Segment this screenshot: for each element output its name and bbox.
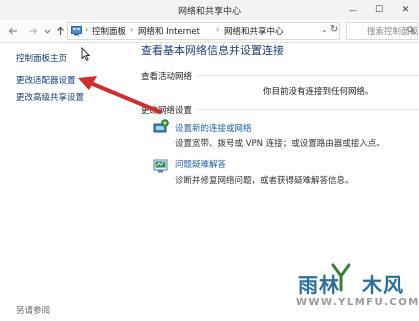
see-also-label: 另请参阅	[16, 306, 51, 316]
close-button[interactable]: ✕	[392, 0, 419, 20]
watermark-url: WWW.YLMFU.COM	[296, 297, 419, 308]
breadcrumb-network-sharing-center[interactable]: 网络和共享中心	[224, 25, 284, 37]
forward-button[interactable]	[26, 24, 40, 38]
maximize-icon: ☐	[374, 5, 384, 15]
search-box[interactable]: 搜索控制面板	[346, 22, 418, 40]
setup-new-connection-link[interactable]: 设置新的连接或网络	[175, 122, 252, 134]
change-network-settings-heading: 更改网络设置	[141, 106, 193, 116]
search-icon[interactable]	[407, 26, 415, 34]
chevron-down-icon	[44, 29, 50, 34]
section-divider	[197, 75, 419, 76]
title-bar: 网络和共享中心 — ☐ ✕	[0, 0, 419, 20]
recent-locations-button[interactable]	[42, 24, 52, 38]
up-level-button[interactable]	[54, 24, 66, 38]
breadcrumb-network-internet[interactable]: 网络和 Internet	[138, 25, 200, 37]
sidebar-link-advanced-sharing-settings[interactable]: 更改高级共享设置	[16, 91, 84, 103]
minimize-icon: —	[349, 5, 357, 15]
troubleshoot-icon[interactable]	[153, 159, 169, 174]
back-arrow-icon	[8, 27, 17, 35]
active-networks-heading: 查看活动网络	[141, 72, 193, 82]
navigation-toolbar: › 控制面板 › 网络和 Internet › 网络和共享中心 ⌄ ↻ 搜索控制…	[0, 20, 419, 43]
no-connection-status: 你目前没有连接到任何网络。	[263, 87, 374, 97]
mouse-cursor-icon	[81, 47, 90, 61]
setup-new-connection-description: 设置宽带、拨号或 VPN 连接；或设置路由器或接入点。	[175, 139, 385, 149]
page-title: 查看基本网络信息并设置连接	[141, 44, 284, 57]
minimize-button[interactable]: —	[340, 0, 366, 20]
watermark-text-right: 木风	[362, 273, 404, 297]
back-button[interactable]	[6, 24, 20, 38]
control-panel-icon	[71, 26, 82, 36]
sidebar-link-control-panel-home[interactable]: 控制面板主页	[16, 52, 67, 64]
close-icon: ✕	[401, 5, 410, 15]
maximize-button[interactable]: ☐	[366, 0, 392, 20]
section-divider	[197, 109, 419, 110]
breadcrumb-separator: ›	[130, 25, 134, 34]
breadcrumb-control-panel[interactable]: 控制面板	[92, 25, 126, 37]
watermark-text-left: 雨林	[298, 273, 340, 297]
up-arrow-icon	[56, 26, 64, 35]
troubleshoot-problems-link[interactable]: 问题疑难解答	[175, 158, 226, 170]
sidebar-link-change-adapter-settings[interactable]: 更改适配器设置	[16, 74, 76, 86]
forward-arrow-icon	[29, 27, 38, 35]
address-bar[interactable]: › 控制面板 › 网络和 Internet › 网络和共享中心 ⌄ ↻	[67, 22, 340, 40]
breadcrumb-separator: ›	[85, 25, 89, 34]
troubleshoot-problems-description: 诊断并修复网络问题，或者获得疑难解答信息。	[175, 176, 354, 186]
left-navigation-pane: 控制面板主页 更改适配器设置 更改高级共享设置 另请参阅	[0, 43, 133, 321]
address-dropdown-icon[interactable]: ⌄	[321, 25, 328, 34]
breadcrumb-separator: ›	[216, 25, 220, 34]
watermark-text: 雨林 木风	[298, 269, 404, 298]
refresh-icon[interactable]: ↻	[330, 24, 338, 35]
network-setup-icon[interactable]	[153, 119, 169, 134]
